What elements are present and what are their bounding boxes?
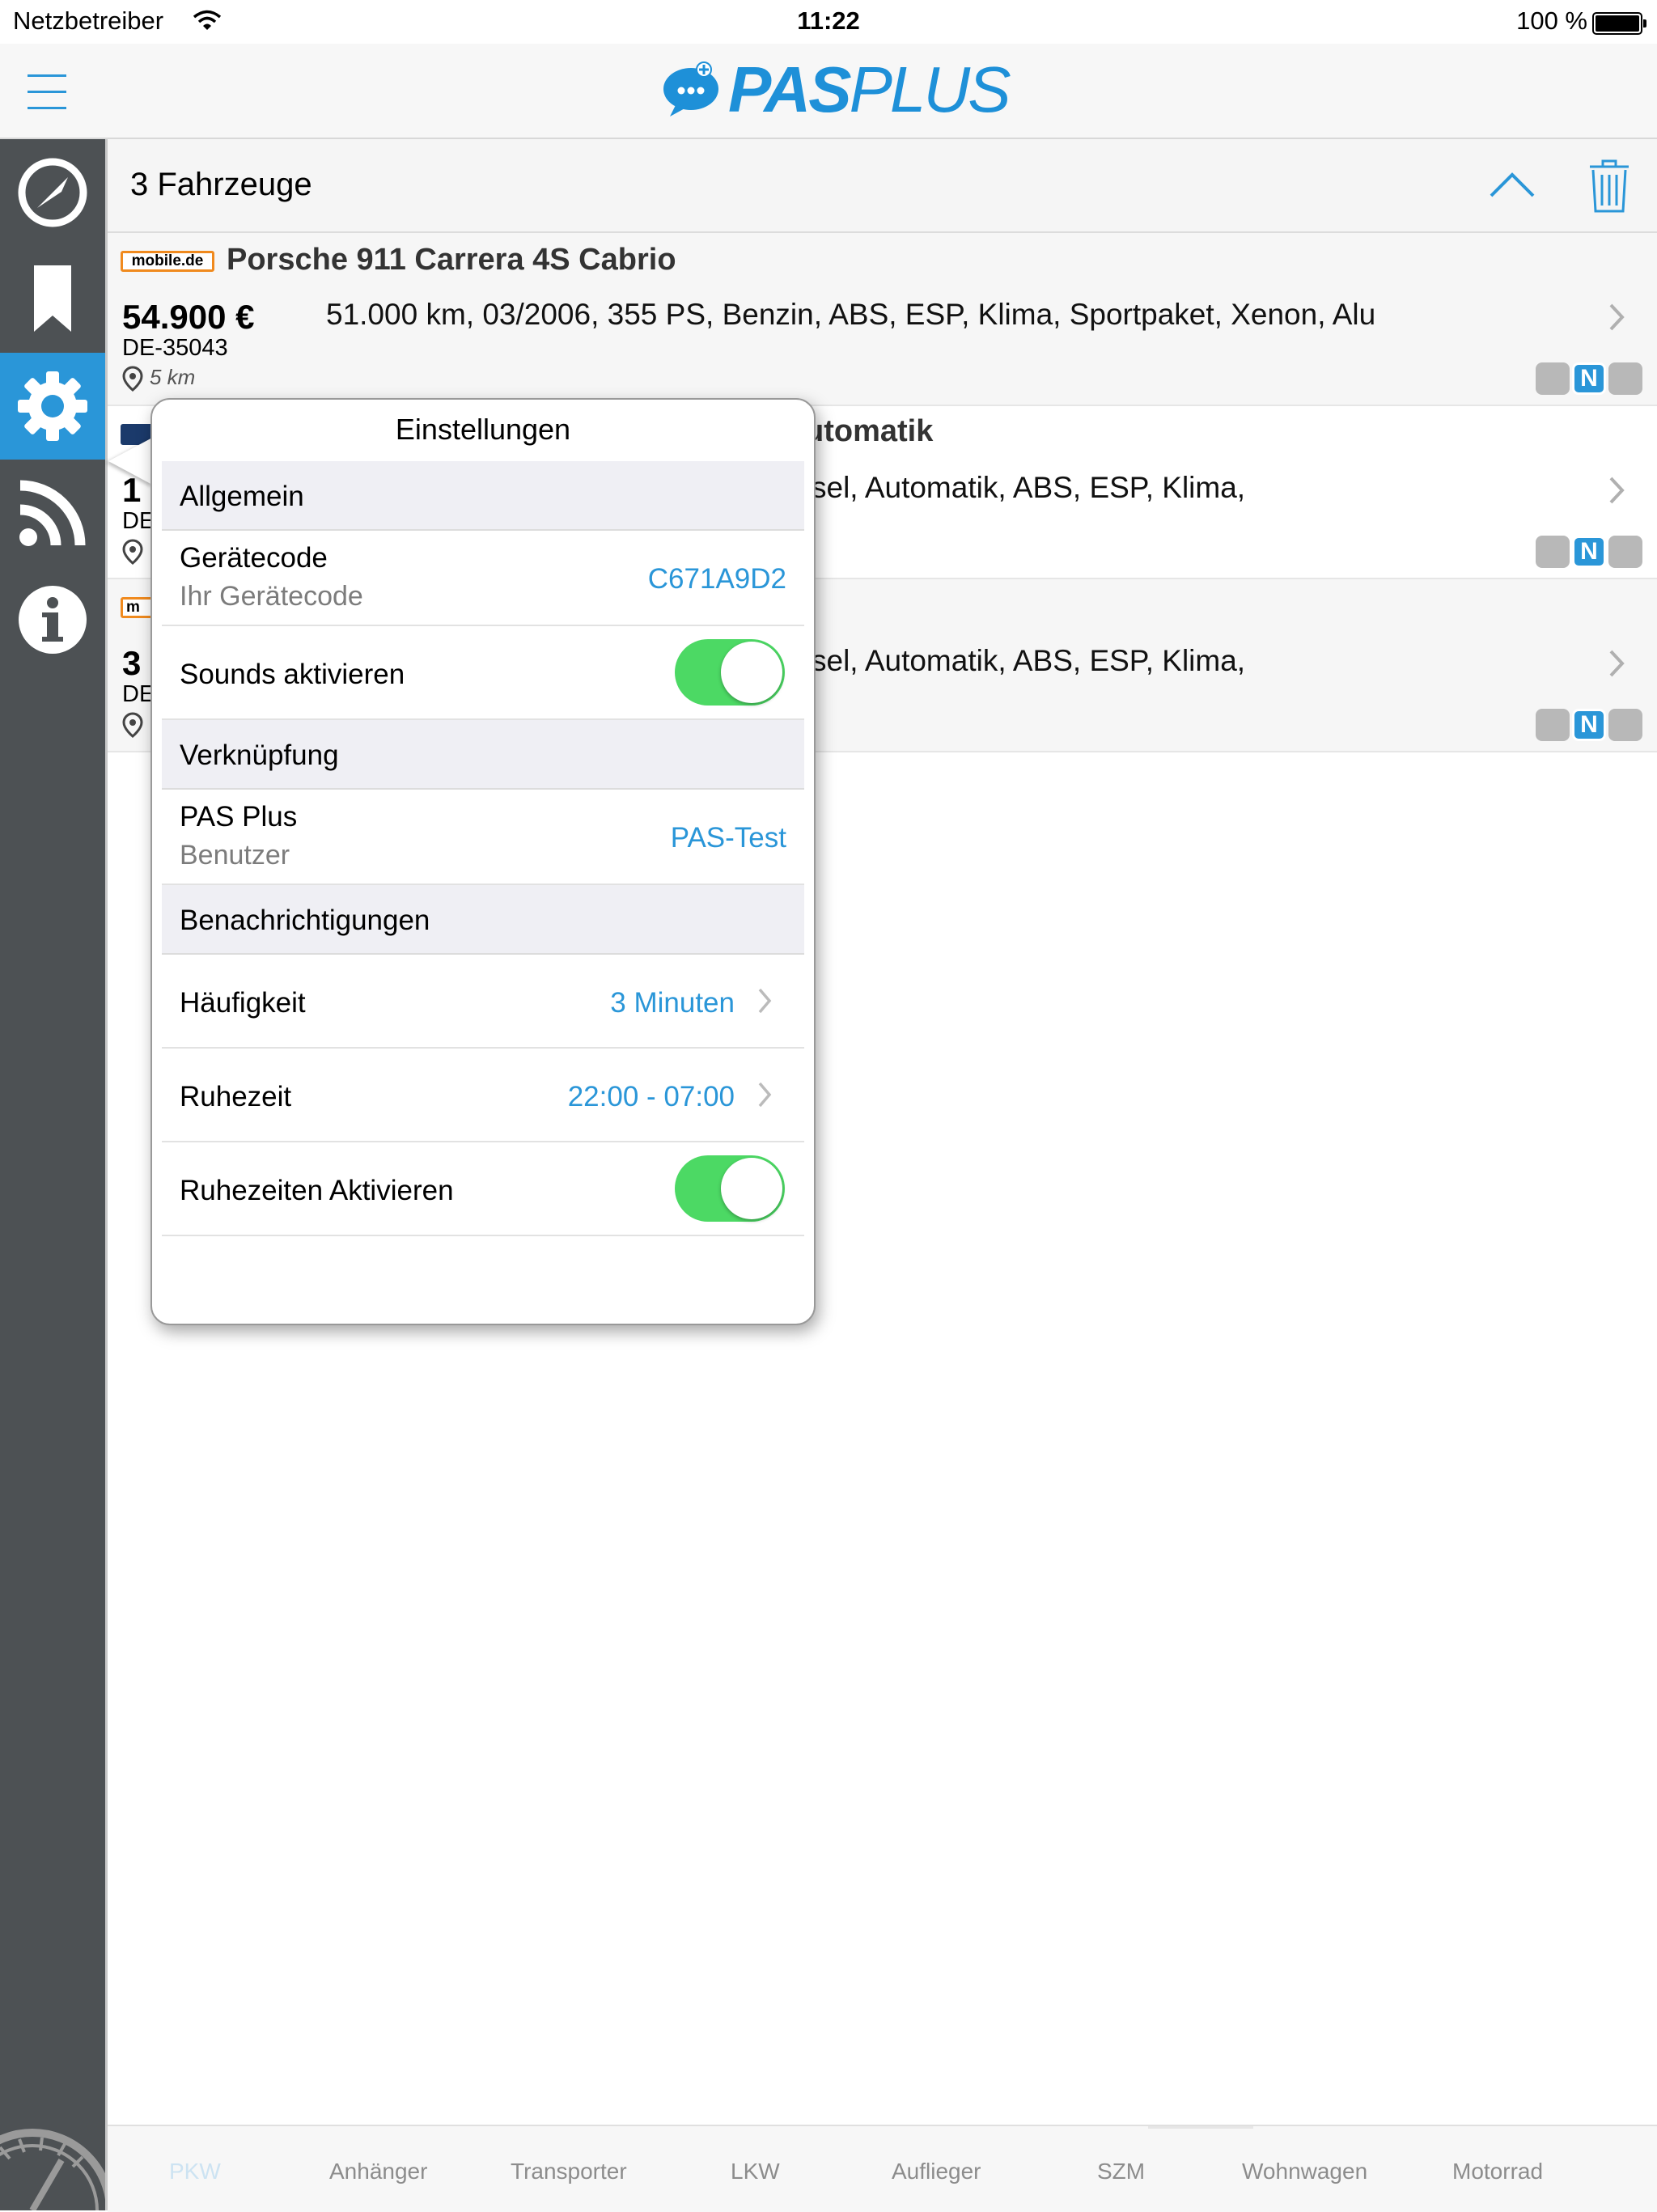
- sidebar-item-info[interactable]: [0, 566, 105, 673]
- frequency-cell[interactable]: Häufigkeit 3 Minuten: [162, 955, 804, 1049]
- tab-lkw[interactable]: LKW: [731, 2159, 780, 2184]
- chevron-right-icon: [1609, 477, 1625, 504]
- quiet-time-cell[interactable]: Ruhezeit 22:00 - 07:00: [162, 1049, 804, 1142]
- vehicle-title: utomatik: [805, 414, 934, 448]
- status-chip: [1536, 709, 1570, 741]
- pas-plus-user-cell[interactable]: PAS Plus Benutzer PAS-Test: [162, 790, 804, 885]
- battery-percentage: 100 %: [1516, 6, 1587, 35]
- status-chip: [1608, 536, 1642, 568]
- status-chip-new: N: [1572, 362, 1606, 395]
- sidebar-item-settings[interactable]: [0, 353, 105, 460]
- sounds-cell: Sounds aktivieren: [162, 626, 804, 720]
- tab-pkw[interactable]: PKW: [169, 2159, 221, 2184]
- vehicle-title: Porsche 911 Carrera 4S Cabrio: [227, 243, 676, 277]
- info-icon: [19, 586, 87, 654]
- app-logo: PASPLUS: [662, 57, 1011, 122]
- device-code-sublabel: Ihr Gerätecode: [180, 581, 363, 612]
- chevron-right-icon: [1609, 303, 1625, 331]
- quiet-time-label: Ruhezeit: [180, 1081, 292, 1112]
- tab-indicator: [1148, 2126, 1253, 2129]
- navigation-bar: PASPLUS: [0, 44, 1657, 139]
- source-badge: mobile.de: [121, 251, 214, 272]
- quiet-enabled-toggle[interactable]: [675, 1155, 785, 1222]
- status-chips: N: [1536, 709, 1642, 741]
- bookmark-icon: [34, 265, 71, 332]
- popover-arrow: [108, 437, 154, 485]
- menu-icon[interactable]: [28, 74, 66, 110]
- sidebar-item-dashboard[interactable]: [0, 139, 105, 246]
- pas-plus-label: PAS Plus: [180, 801, 298, 833]
- pas-plus-value[interactable]: PAS-Test: [671, 822, 786, 854]
- status-chip: [1608, 709, 1642, 741]
- list-header: 3 Fahrzeuge: [108, 139, 1657, 233]
- vehicle-type-tab-bar: PKW Anhänger Transporter LKW Auflieger S…: [108, 2125, 1657, 2212]
- tab-transporter[interactable]: Transporter: [511, 2159, 627, 2184]
- status-chip-new: N: [1572, 709, 1606, 741]
- device-code-cell[interactable]: Gerätecode Ihr Gerätecode C671A9D2: [162, 531, 804, 626]
- status-chip: [1536, 536, 1570, 568]
- vehicle-count: 3 Fahrzeuge: [130, 167, 312, 202]
- vehicle-distance: 5 km: [150, 365, 196, 389]
- quiet-enabled-label: Ruhezeiten Aktivieren: [180, 1175, 454, 1206]
- speedometer-decoration-icon: [0, 2097, 105, 2210]
- vehicle-description: sel, Automatik, ABS, ESP, Klima,: [812, 644, 1246, 677]
- section-header-general: Allgemein: [162, 461, 804, 531]
- vehicle-zip: DE-35043: [122, 335, 228, 361]
- tab-anhaenger[interactable]: Anhänger: [329, 2159, 427, 2184]
- location-pin-icon: [122, 366, 143, 392]
- tab-motorrad[interactable]: Motorrad: [1452, 2159, 1543, 2184]
- chat-bubble-logo-icon: [663, 61, 718, 117]
- tab-auflieger[interactable]: Auflieger: [892, 2159, 981, 2184]
- status-chips: N: [1536, 362, 1642, 395]
- vehicle-price: 3: [122, 644, 142, 682]
- rss-icon: [19, 480, 86, 546]
- sidebar-item-feeds[interactable]: [0, 460, 105, 566]
- device-code-label: Gerätecode: [180, 542, 328, 574]
- sounds-toggle[interactable]: [675, 639, 785, 706]
- chevron-up-icon[interactable]: [1488, 168, 1536, 201]
- vehicle-description: sel, Automatik, ABS, ESP, Klima,: [812, 471, 1246, 504]
- clock: 11:22: [797, 6, 860, 35]
- sounds-label: Sounds aktivieren: [180, 659, 405, 690]
- sidebar: [0, 139, 108, 2210]
- location-pin-icon: [122, 712, 143, 738]
- chevron-right-icon: [1609, 650, 1625, 677]
- status-bar: Netzbetreiber 11:22 100 %: [0, 0, 1657, 44]
- logo-plus-text: PLUS: [849, 53, 1011, 125]
- compass-icon: [18, 158, 87, 227]
- frequency-value: 3 Minuten: [610, 987, 735, 1019]
- sidebar-item-bookmarks[interactable]: [0, 246, 105, 353]
- quiet-enabled-cell: Ruhezeiten Aktivieren: [162, 1142, 804, 1236]
- battery-icon: [1592, 12, 1646, 35]
- logo-pas-text: PAS: [728, 53, 852, 125]
- status-chip-new: N: [1572, 536, 1606, 568]
- source-badge: m: [121, 597, 153, 618]
- location-pin-icon: [122, 539, 143, 565]
- vehicle-description: 51.000 km, 03/2006, 355 PS, Benzin, ABS,…: [326, 298, 1376, 331]
- gear-icon: [18, 371, 87, 441]
- pas-plus-sublabel: Benutzer: [180, 840, 290, 871]
- device-code-value[interactable]: C671A9D2: [648, 563, 786, 595]
- section-header-notifications: Benachrichtigungen: [162, 885, 804, 955]
- tab-wohnwagen[interactable]: Wohnwagen: [1242, 2159, 1367, 2184]
- chevron-right-icon: [758, 988, 772, 1014]
- vehicle-row[interactable]: mobile.de Porsche 911 Carrera 4S Cabrio …: [108, 233, 1657, 406]
- settings-popover: Einstellungen Allgemein Gerätecode Ihr G…: [150, 398, 816, 1325]
- section-header-link: Verknüpfung: [162, 720, 804, 790]
- chevron-right-icon: [758, 1082, 772, 1108]
- popover-title: Einstellungen: [395, 413, 571, 446]
- status-chip: [1608, 362, 1642, 395]
- frequency-label: Häufigkeit: [180, 987, 306, 1019]
- quiet-time-value: 22:00 - 07:00: [567, 1081, 735, 1112]
- vehicle-price: 54.900 €: [122, 298, 255, 336]
- trash-icon[interactable]: [1588, 159, 1630, 214]
- status-chips: N: [1536, 536, 1642, 568]
- status-chip: [1536, 362, 1570, 395]
- tab-szm[interactable]: SZM: [1097, 2159, 1145, 2184]
